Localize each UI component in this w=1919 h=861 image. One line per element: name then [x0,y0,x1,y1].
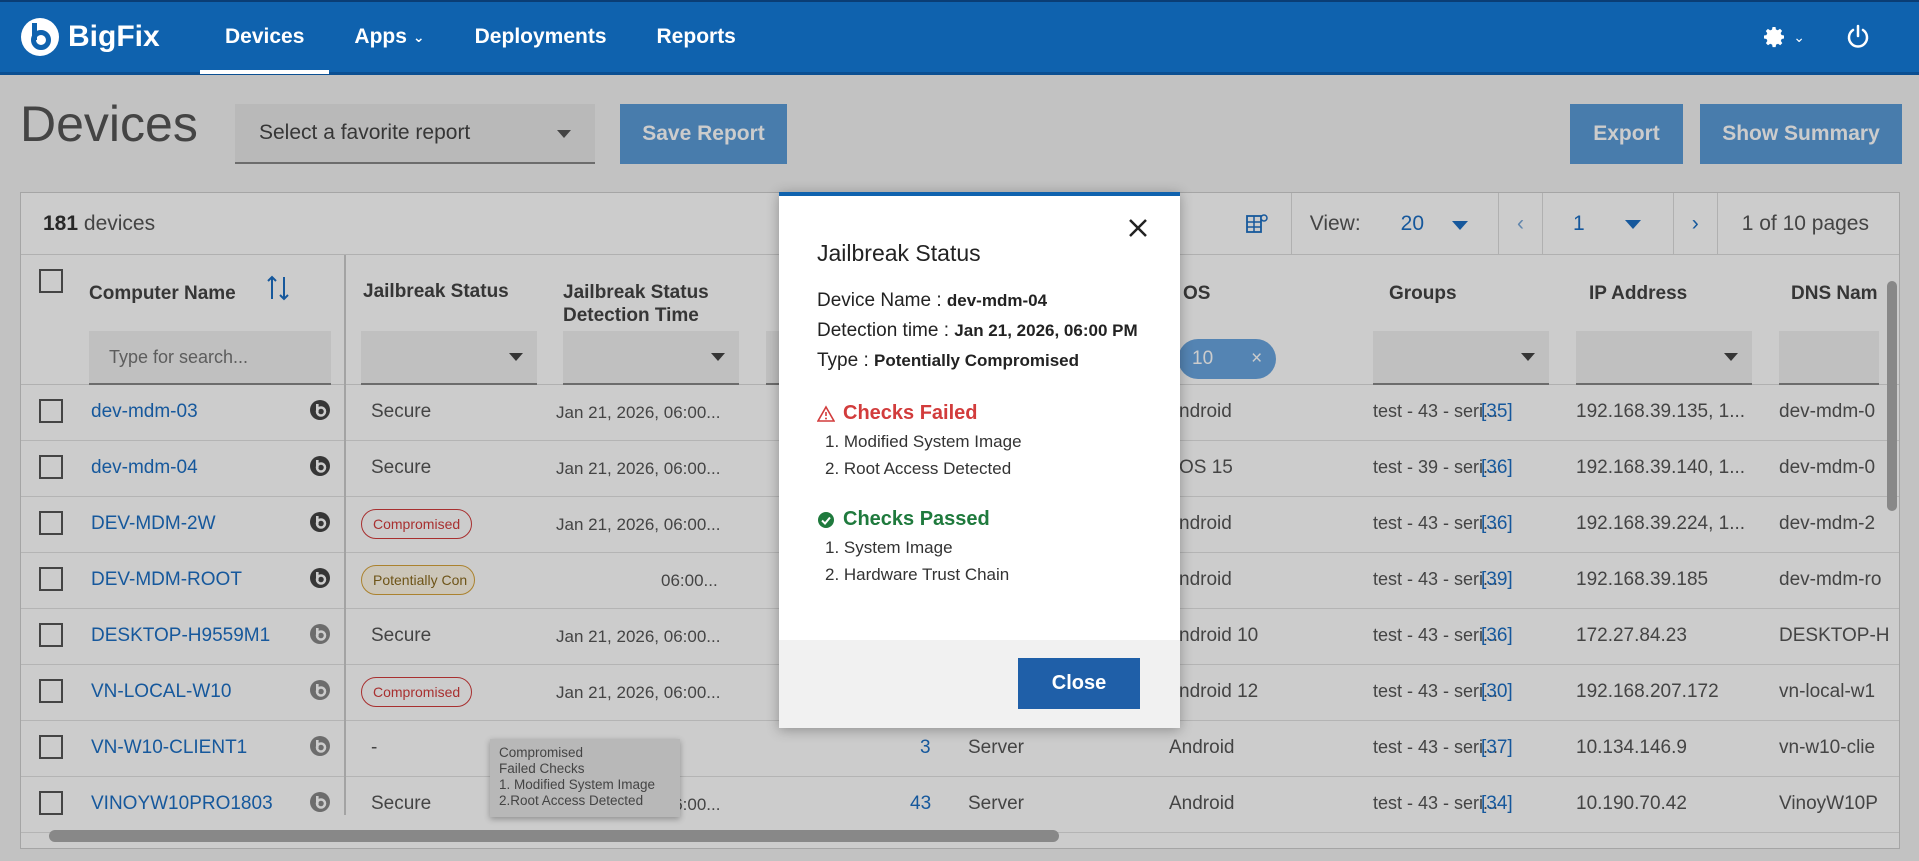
passed-check-item: 1. System Image [825,538,953,557]
close-button[interactable]: Close [1018,658,1140,709]
chevron-down-icon: ⌄ [1793,28,1805,45]
detection-time-label: Detection time : [817,320,949,341]
device-name-value: dev-mdm-04 [946,291,1048,310]
chevron-down-icon: ⌄ [412,28,425,45]
passed-check-item: 2. Hardware Trust Chain [825,565,1010,584]
type-value: Potentially Compromised [874,351,1080,370]
bigfix-logo-icon [21,18,59,56]
type-row: Type : Potentially Compromised [817,350,1079,372]
check-circle-icon [818,511,834,528]
power-button[interactable] [1845,24,1871,50]
jailbreak-status-modal: Jailbreak Status Device Name : dev-mdm-0… [779,192,1180,728]
settings-menu[interactable]: ⌄ [1763,25,1805,49]
top-navigation-bar: BigFix Devices Apps ⌄ Deployments Reports… [0,0,1919,75]
checks-failed-title: Checks Failed [817,402,978,425]
brand-logo[interactable]: BigFix [20,17,200,57]
type-label: Type : [817,350,869,371]
nav-reports[interactable]: Reports [632,1,761,73]
nav-devices-label: Devices [225,25,305,48]
checks-failed-label: Checks Failed [843,402,978,424]
warning-icon [817,404,835,422]
detection-time-value: Jan 21, 2026, 06:00 PM [954,321,1138,340]
nav-apps[interactable]: Apps ⌄ [329,1,449,73]
modal-title: Jailbreak Status [817,240,981,266]
nav-deployments[interactable]: Deployments [450,1,632,73]
nav-reports-label: Reports [656,25,736,48]
detection-time-row: Detection time : Jan 21, 2026, 06:00 PM [817,320,1138,342]
power-icon [1847,24,1869,48]
nav-deployments-label: Deployments [474,25,607,48]
device-name-label: Device Name : [817,290,942,311]
nav-devices[interactable]: Devices [200,1,330,74]
gear-icon [1764,27,1785,48]
checks-passed-label: Checks Passed [843,508,990,530]
brand-name: BigFix [68,20,160,53]
failed-check-item: 1. Modified System Image [825,432,1022,451]
modal-footer: Close [779,640,1180,728]
failed-check-item: 2. Root Access Detected [825,459,1012,478]
checks-passed-title: Checks Passed [817,508,990,531]
nav-apps-label: Apps [354,25,407,48]
device-name-row: Device Name : dev-mdm-04 [817,290,1047,312]
close-icon[interactable] [1126,216,1150,240]
